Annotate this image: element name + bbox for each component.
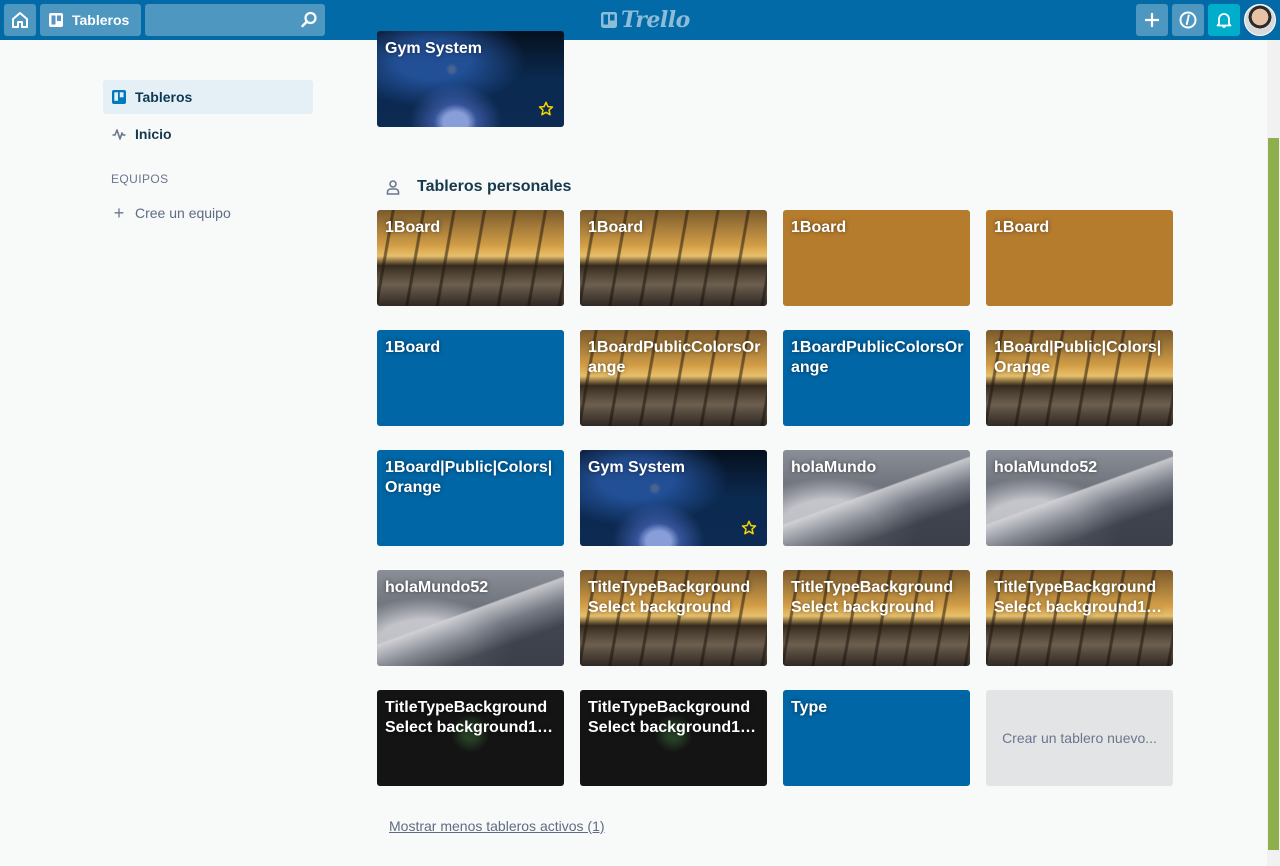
create-board-tile[interactable]: Crear un tablero nuevo...	[986, 690, 1173, 786]
person-icon	[385, 179, 401, 195]
board-tile[interactable]: 1Board	[580, 210, 767, 306]
board-title: 1BoardPublicColorsOrange	[791, 339, 964, 376]
scrollbar-thumb[interactable]	[1268, 138, 1279, 850]
board-title: 1Board	[588, 219, 644, 236]
board-tile[interactable]: Type	[783, 690, 970, 786]
sidebar-item-label: Tableros	[135, 89, 193, 105]
board-title: holaMundo	[791, 459, 877, 476]
board-tile[interactable]: 1Board|Public|Colors|Orange	[377, 450, 564, 546]
board-title: TitleTypeBackground Select background1…	[588, 699, 757, 736]
star-icon[interactable]	[741, 520, 757, 536]
board-tile-starred[interactable]: Gym System	[377, 31, 564, 127]
show-less-link[interactable]: Mostrar menos tableros activos (1)	[389, 818, 605, 834]
board-tile[interactable]: 1Board	[783, 210, 970, 306]
board-title: 1Board	[385, 219, 441, 236]
trello-logo-icon	[601, 12, 617, 28]
board-icon	[49, 13, 63, 27]
board-title: 1BoardPublicColorsOrange	[588, 339, 761, 376]
home-icon	[12, 12, 28, 28]
create-team-link[interactable]: + Cree un equipo	[111, 203, 231, 223]
notifications-button[interactable]	[1208, 4, 1240, 36]
board-title: 1Board	[385, 339, 441, 356]
section-title-label: Tableros personales	[417, 178, 572, 195]
activity-icon	[111, 126, 127, 142]
home-button[interactable]	[4, 4, 36, 36]
sidebar-item-label: Inicio	[135, 126, 172, 142]
bell-icon	[1216, 13, 1232, 29]
search-input[interactable]	[145, 4, 325, 36]
board-tile[interactable]: TitleTypeBackground Select background	[783, 570, 970, 666]
board-title: 1Board	[791, 219, 847, 236]
info-button[interactable]	[1172, 4, 1204, 36]
board-tile[interactable]: Gym System	[580, 450, 767, 546]
section-title-personal: Tableros personales	[385, 177, 571, 197]
board-tile[interactable]: TitleTypeBackground Select background1…	[986, 570, 1173, 666]
top-bar: Tableros Trello	[0, 0, 1280, 40]
board-tile[interactable]: 1BoardPublicColorsOrange	[783, 330, 970, 426]
board-tile[interactable]: TitleTypeBackground Select background1…	[580, 690, 767, 786]
board-title: 1Board	[994, 219, 1050, 236]
board-tile[interactable]: 1Board	[377, 210, 564, 306]
board-title: Gym System	[588, 459, 685, 476]
board-tile[interactable]: 1BoardPublicColorsOrange	[580, 330, 767, 426]
boards-button-label: Tableros	[72, 12, 130, 28]
board-icon	[111, 89, 127, 105]
search-icon[interactable]	[299, 10, 319, 30]
sidebar-item-home[interactable]: Inicio	[103, 117, 313, 151]
board-tile[interactable]: 1Board|Public|Colors|Orange	[986, 330, 1173, 426]
board-tile[interactable]: TitleTypeBackground Select background	[580, 570, 767, 666]
avatar[interactable]	[1244, 4, 1276, 36]
logo-text: Trello	[621, 7, 690, 33]
star-icon[interactable]	[538, 101, 554, 117]
create-board-label: Crear un tablero nuevo...	[1002, 730, 1157, 746]
board-tile[interactable]: TitleTypeBackground Select background1…	[377, 690, 564, 786]
board-title: 1Board|Public|Colors|Orange	[994, 339, 1162, 376]
trello-logo[interactable]: Trello	[601, 7, 690, 33]
plus-icon	[1145, 13, 1159, 27]
board-title: holaMundo52	[994, 459, 1098, 476]
board-title: Gym System	[385, 40, 482, 57]
board-tile[interactable]: holaMundo52	[377, 570, 564, 666]
board-tile[interactable]: holaMundo52	[986, 450, 1173, 546]
board-tile[interactable]: 1Board	[377, 330, 564, 426]
board-title: TitleTypeBackground Select background	[588, 579, 751, 616]
create-team-label: Cree un equipo	[135, 205, 231, 221]
boards-button[interactable]: Tableros	[40, 4, 141, 36]
board-title: 1Board|Public|Colors|Orange	[385, 459, 553, 496]
plus-icon: +	[113, 202, 125, 223]
teams-heading: EQUIPOS	[111, 172, 169, 186]
create-button[interactable]	[1136, 4, 1168, 36]
board-title: Type	[791, 699, 828, 716]
board-tile[interactable]: 1Board	[986, 210, 1173, 306]
board-title: TitleTypeBackground Select background	[791, 579, 954, 616]
info-icon	[1179, 11, 1197, 29]
board-tile[interactable]: holaMundo	[783, 450, 970, 546]
board-title: holaMundo52	[385, 579, 489, 596]
board-title: TitleTypeBackground Select background1…	[994, 579, 1163, 616]
board-title: TitleTypeBackground Select background1…	[385, 699, 554, 736]
sidebar-item-boards[interactable]: Tableros	[103, 80, 313, 114]
